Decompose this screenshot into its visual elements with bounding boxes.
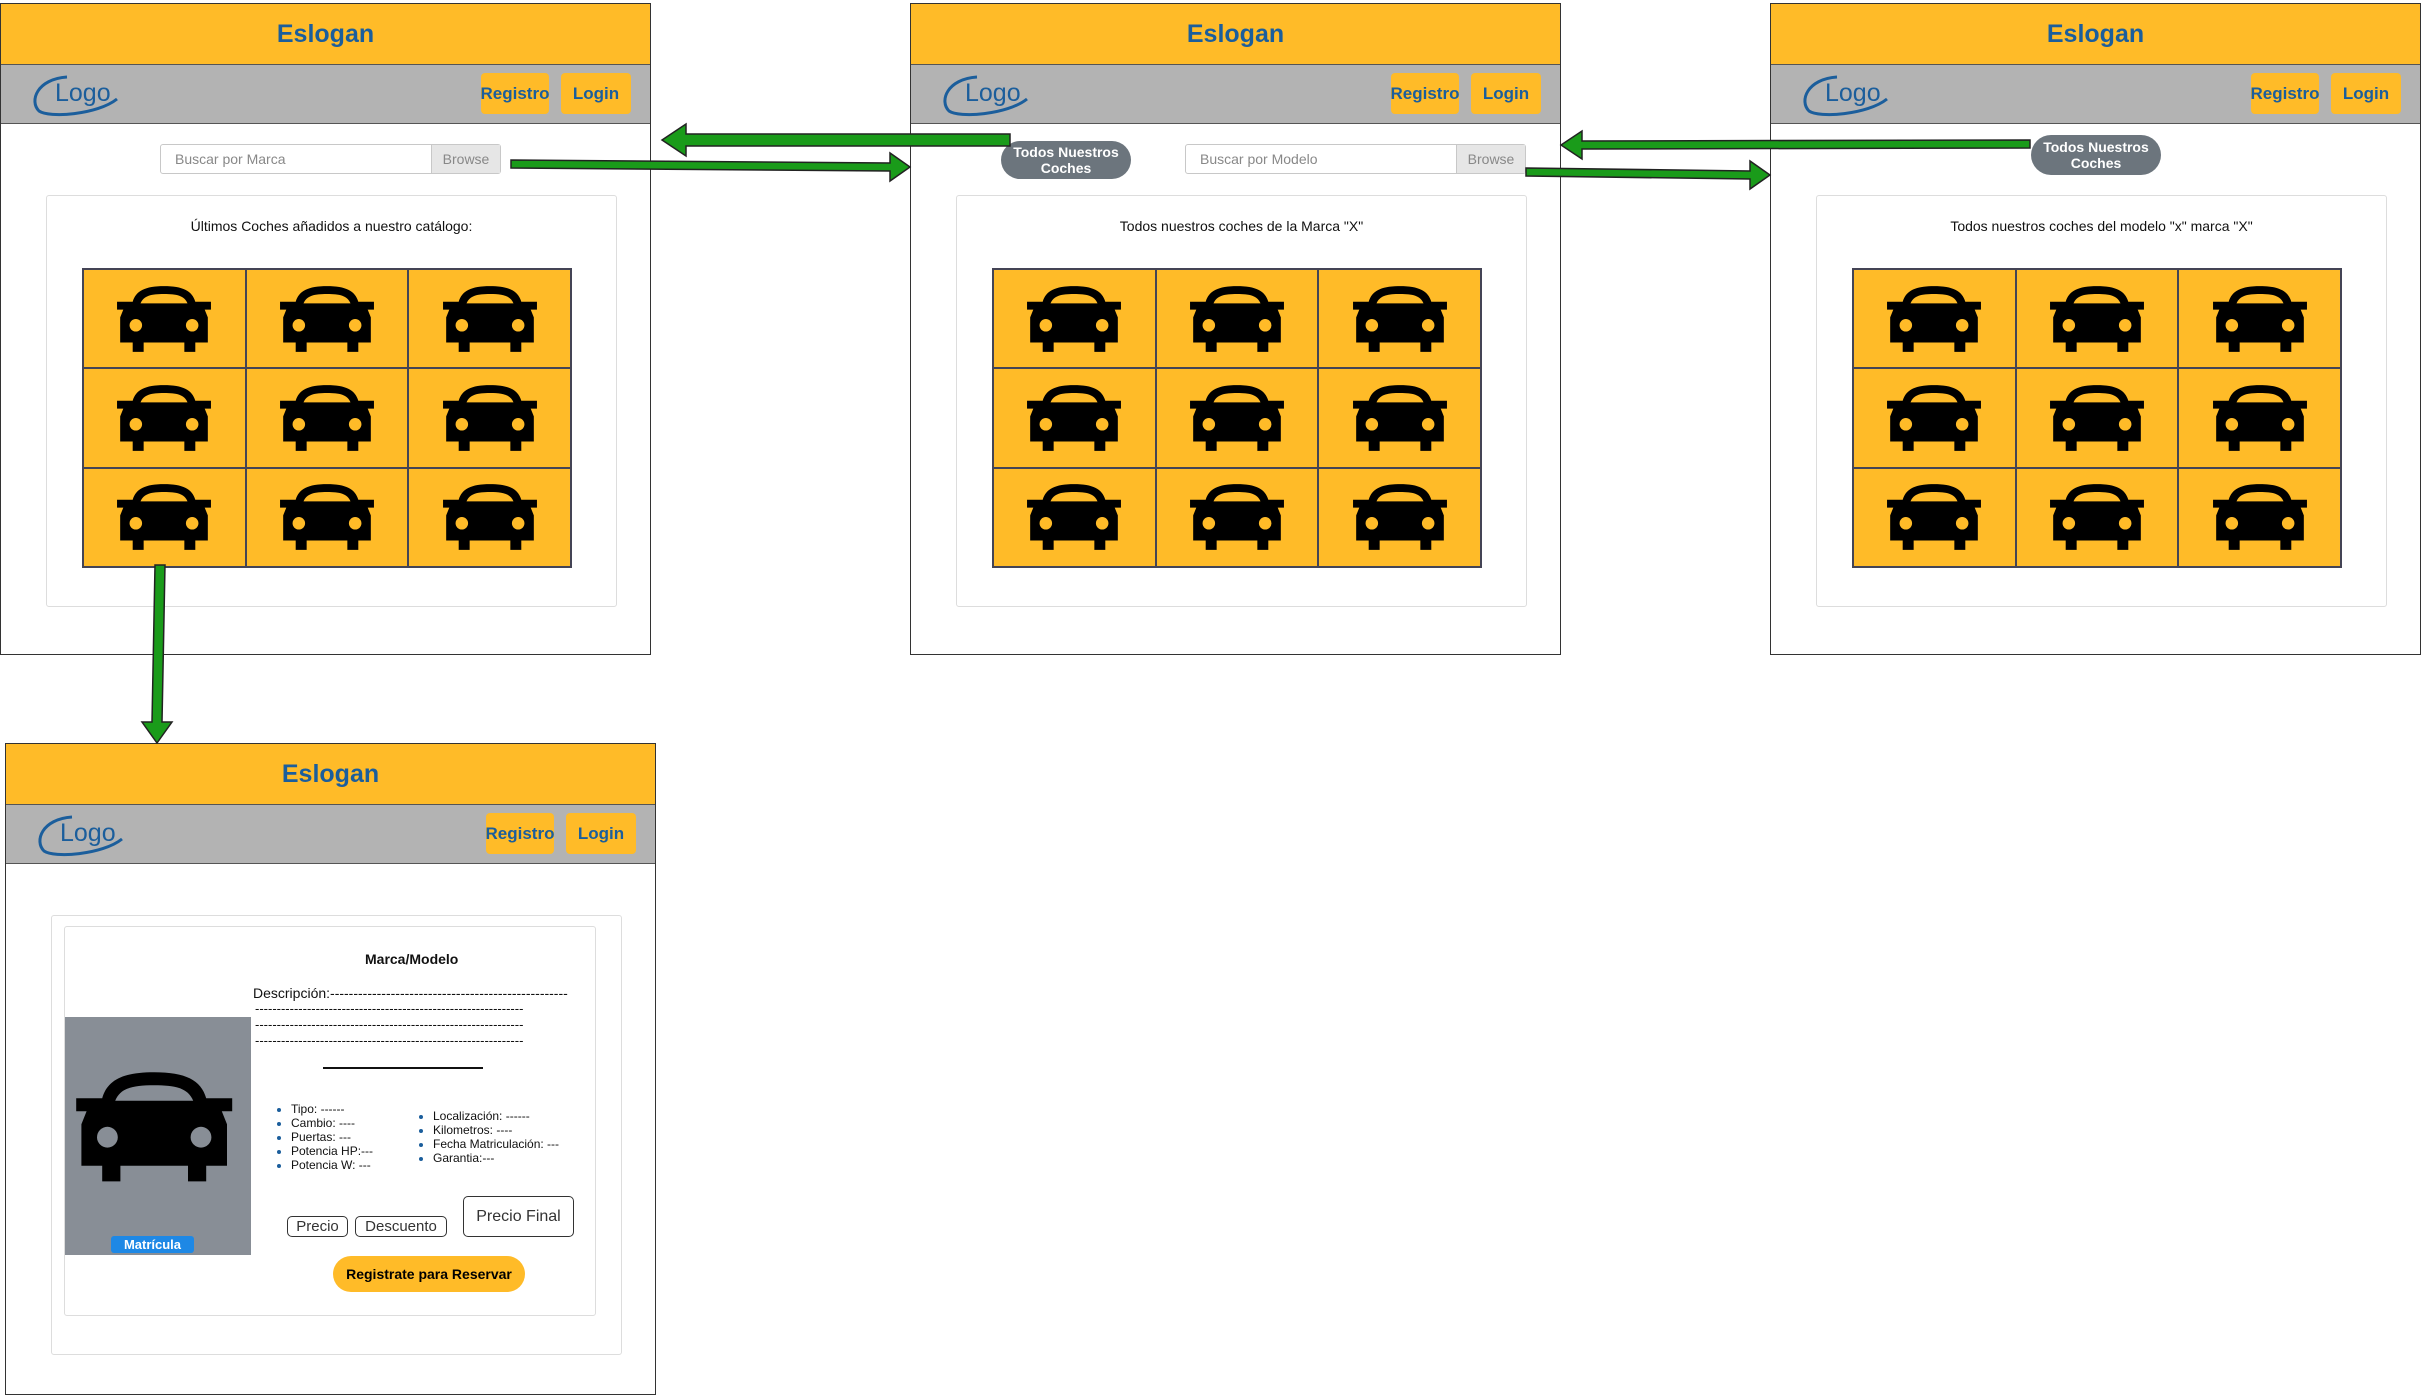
arrow-brand-to-home: [660, 122, 1011, 158]
arrow-brand-to-model: [1525, 159, 1772, 191]
arrow-model-to-brand: [1559, 129, 2031, 161]
arrow-home-to-brand: [510, 151, 912, 183]
arrow-home-to-detail: [140, 564, 174, 745]
navigation-arrows: [140, 122, 2031, 745]
